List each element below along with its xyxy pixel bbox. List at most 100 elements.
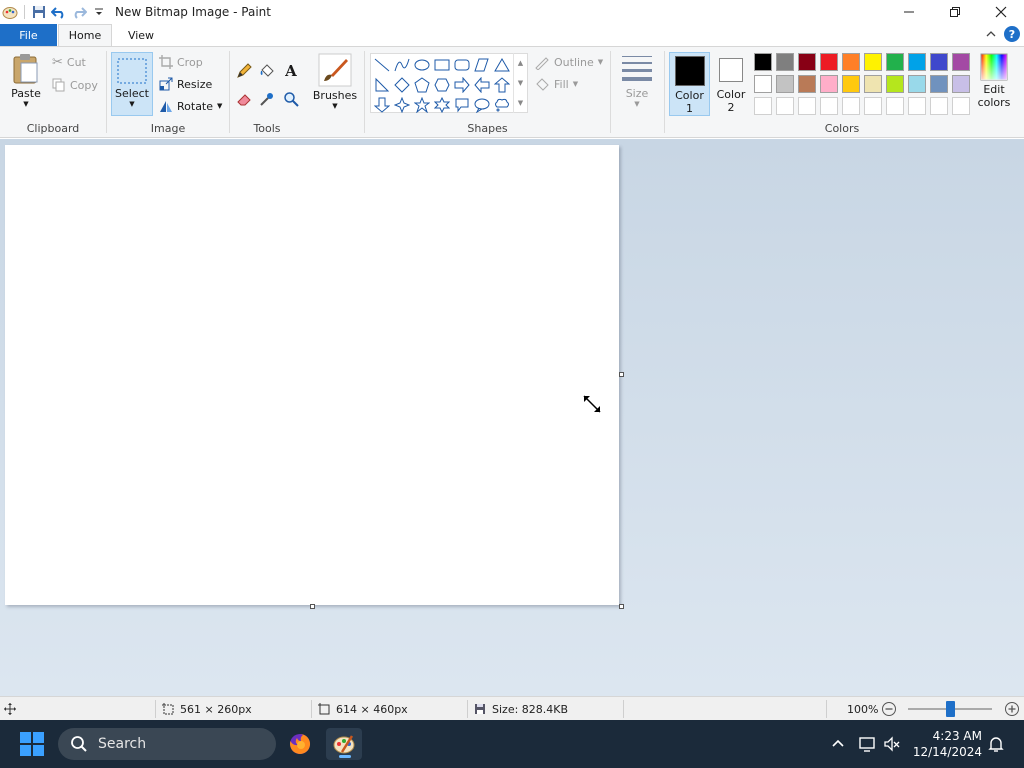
eraser-tool[interactable] (234, 89, 254, 109)
palette-swatch[interactable] (842, 75, 860, 93)
shape-cloud-callout[interactable] (492, 95, 512, 115)
palette-swatch[interactable] (754, 75, 772, 93)
custom-color-slot[interactable] (952, 97, 970, 115)
tray-overflow-button[interactable] (826, 720, 850, 768)
palette-swatch[interactable] (820, 75, 838, 93)
custom-color-slot[interactable] (908, 97, 926, 115)
palette-swatch[interactable] (864, 75, 882, 93)
palette-swatch[interactable] (864, 53, 882, 71)
start-button[interactable] (20, 732, 44, 756)
undo-icon[interactable] (51, 4, 67, 20)
maximize-button[interactable] (932, 0, 978, 24)
palette-swatch[interactable] (798, 75, 816, 93)
shapes-scroll[interactable]: ▲ ▼ ▼ (513, 53, 527, 113)
paint-app-icon[interactable] (2, 4, 18, 20)
shape-triangle[interactable] (492, 55, 512, 75)
taskbar-paint[interactable] (326, 728, 362, 760)
shape-four-point-star[interactable] (392, 95, 412, 115)
shape-down-arrow[interactable] (372, 95, 392, 115)
custom-color-slot[interactable] (886, 97, 904, 115)
shape-rounded-rectangle[interactable] (452, 55, 472, 75)
resize-handle-corner[interactable] (619, 604, 624, 609)
shape-oval-callout[interactable] (472, 95, 492, 115)
cut-button[interactable]: ✂ Cut (52, 53, 86, 71)
copy-button[interactable]: Copy (52, 76, 98, 94)
brushes-button[interactable]: Brushes ▼ (312, 53, 358, 110)
rotate-button[interactable]: Rotate ▼ (159, 97, 222, 115)
size-button[interactable]: Size ▼ (618, 53, 656, 108)
customize-quick-access-icon[interactable] (91, 4, 107, 20)
taskbar-firefox[interactable] (282, 728, 318, 760)
custom-color-slot[interactable] (864, 97, 882, 115)
taskbar-clock[interactable]: 4:23 AM 12/14/2024 (913, 728, 982, 760)
shape-right-triangle[interactable] (372, 75, 392, 95)
save-icon[interactable] (31, 4, 47, 20)
palette-swatch[interactable] (820, 53, 838, 71)
resize-button[interactable]: Resize (159, 75, 212, 93)
shape-left-arrow[interactable] (472, 75, 492, 95)
zoom-in-button[interactable] (1004, 697, 1020, 721)
drawing-canvas[interactable] (5, 145, 619, 605)
notifications-button[interactable] (986, 720, 1006, 768)
shape-rectangle[interactable] (432, 55, 452, 75)
minimize-button[interactable] (886, 0, 932, 24)
close-button[interactable] (978, 0, 1024, 24)
palette-swatch[interactable] (886, 75, 904, 93)
shape-oval[interactable] (412, 55, 432, 75)
palette-swatch[interactable] (776, 75, 794, 93)
crop-button[interactable]: Crop (159, 53, 203, 71)
zoom-slider-thumb[interactable] (946, 701, 955, 717)
color1-button[interactable]: Color 1 (669, 52, 710, 116)
redo-icon[interactable] (71, 4, 87, 20)
zoom-out-button[interactable] (881, 697, 897, 721)
shapes-scroll-down-icon[interactable]: ▼ (518, 79, 523, 87)
custom-color-slot[interactable] (776, 97, 794, 115)
palette-swatch[interactable] (798, 53, 816, 71)
magnifier-tool[interactable] (281, 89, 301, 109)
custom-color-slot[interactable] (754, 97, 772, 115)
fill-button[interactable]: Fill ▼ (534, 75, 578, 93)
shape-polygon[interactable] (472, 55, 492, 75)
resize-handle-right[interactable] (619, 372, 624, 377)
palette-swatch[interactable] (754, 53, 772, 71)
shape-diamond[interactable] (392, 75, 412, 95)
color-picker-tool[interactable] (257, 89, 277, 109)
collapse-ribbon-icon[interactable] (986, 28, 996, 41)
tab-file[interactable]: File (0, 24, 57, 46)
shapes-scroll-up-icon[interactable]: ▲ (518, 59, 523, 67)
shape-hexagon[interactable] (432, 75, 452, 95)
shape-up-arrow[interactable] (492, 75, 512, 95)
custom-color-slot[interactable] (842, 97, 860, 115)
custom-color-slot[interactable] (798, 97, 816, 115)
shape-right-arrow[interactable] (452, 75, 472, 95)
palette-swatch[interactable] (776, 53, 794, 71)
palette-swatch[interactable] (952, 75, 970, 93)
color2-button[interactable]: Color 2 (712, 52, 750, 116)
palette-swatch[interactable] (908, 53, 926, 71)
palette-swatch[interactable] (842, 53, 860, 71)
resize-handle-bottom[interactable] (310, 604, 315, 609)
tab-view[interactable]: View (118, 24, 164, 46)
edit-colors-button[interactable]: Edit colors (974, 53, 1014, 109)
tab-home[interactable]: Home (58, 24, 112, 46)
paste-button[interactable]: Paste ▼ (8, 53, 44, 108)
shape-rounded-callout[interactable] (452, 95, 472, 115)
tray-network-volume[interactable] (858, 720, 902, 768)
shape-six-point-star[interactable] (432, 95, 452, 115)
select-button[interactable]: Select ▼ (111, 52, 153, 116)
palette-swatch[interactable] (930, 75, 948, 93)
outline-button[interactable]: Outline ▼ (534, 53, 603, 71)
shape-curve[interactable] (392, 55, 412, 75)
shape-five-point-star[interactable] (412, 95, 432, 115)
shape-line[interactable] (372, 55, 392, 75)
shapes-more-icon[interactable]: ▼ (518, 99, 523, 107)
canvas-workspace[interactable] (0, 139, 1024, 696)
text-tool[interactable]: A (281, 61, 301, 81)
palette-swatch[interactable] (952, 53, 970, 71)
custom-color-slot[interactable] (820, 97, 838, 115)
custom-color-slot[interactable] (930, 97, 948, 115)
pencil-tool[interactable] (234, 61, 254, 81)
palette-swatch[interactable] (908, 75, 926, 93)
fill-tool[interactable] (257, 61, 277, 81)
palette-swatch[interactable] (930, 53, 948, 71)
